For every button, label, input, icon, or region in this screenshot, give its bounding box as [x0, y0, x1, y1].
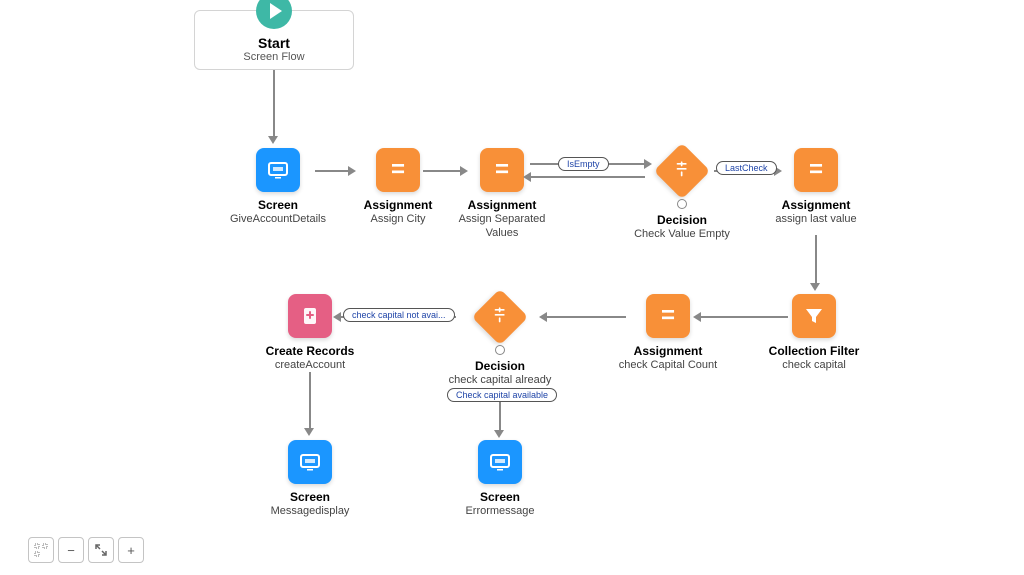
play-icon — [256, 0, 292, 29]
start-title: Start — [201, 35, 347, 51]
connector-capital-available: Check capital available — [447, 388, 557, 402]
zoom-out-button[interactable]: − — [58, 537, 84, 563]
decision-icon — [472, 289, 529, 346]
create-records-icon — [288, 294, 332, 338]
node-type: Decision — [440, 359, 560, 373]
node-screen-giveaccountdetails[interactable]: Screen GiveAccountDetails — [228, 148, 328, 226]
node-label: assign last value — [756, 212, 876, 226]
node-type: Create Records — [250, 344, 370, 358]
fit-screen-button[interactable] — [88, 537, 114, 563]
node-label: Assign Separated Values — [442, 212, 562, 241]
select-tool-button[interactable] — [28, 537, 54, 563]
assignment-icon: = — [376, 148, 420, 192]
node-type: Collection Filter — [754, 344, 874, 358]
start-subtitle: Screen Flow — [201, 51, 347, 63]
decision-icon — [654, 143, 711, 200]
canvas-toolbar: − + — [28, 537, 144, 563]
node-decision-checkvalueempty[interactable]: Decision Check Value Empty — [622, 143, 742, 241]
node-label: createAccount — [250, 358, 370, 372]
assignment-icon: = — [480, 148, 524, 192]
node-createrecords-createaccount[interactable]: Create Records createAccount — [250, 294, 370, 372]
node-type: Decision — [622, 213, 742, 227]
node-type: Screen — [228, 198, 328, 212]
node-type: Assignment — [348, 198, 448, 212]
node-screen-messagedisplay[interactable]: Screen Messagedisplay — [250, 440, 370, 518]
node-assignment-assigncity[interactable]: = Assignment Assign City — [348, 148, 448, 226]
screen-icon — [256, 148, 300, 192]
funnel-icon — [792, 294, 836, 338]
node-label: check capital — [754, 358, 874, 372]
assignment-icon: = — [794, 148, 838, 192]
node-type: Assignment — [756, 198, 876, 212]
screen-icon — [478, 440, 522, 484]
node-assignment-capitalcount[interactable]: = Assignment check Capital Count — [608, 294, 728, 372]
node-label: Messagedisplay — [250, 504, 370, 518]
node-type: Screen — [440, 490, 560, 504]
assignment-icon: = — [646, 294, 690, 338]
node-type: Assignment — [608, 344, 728, 358]
start-node[interactable]: Start Screen Flow — [194, 10, 354, 70]
zoom-in-button[interactable]: + — [118, 537, 144, 563]
node-label: Assign City — [348, 212, 448, 226]
connector-capital-notavail: check capital not avai... — [343, 308, 455, 322]
flow-canvas[interactable]: Start Screen Flow Screen GiveAccountDeta… — [0, 0, 1024, 575]
node-filter-checkcapital[interactable]: Collection Filter check capital — [754, 294, 874, 372]
node-type: Assignment — [442, 198, 562, 212]
node-assignment-separatedvalues[interactable]: = Assignment Assign Separated Values — [442, 148, 562, 241]
node-assignment-lastvalue[interactable]: = Assignment assign last value — [756, 148, 876, 226]
node-decision-capitalselected[interactable]: Decision check capital already selected — [440, 289, 560, 402]
node-label: check Capital Count — [608, 358, 728, 372]
connector-lastcheck: LastCheck — [716, 161, 777, 175]
connector-isempty: IsEmpty — [558, 157, 609, 171]
node-label: GiveAccountDetails — [228, 212, 328, 226]
node-label: Check Value Empty — [622, 227, 742, 241]
node-label: Errormessage — [440, 504, 560, 518]
screen-icon — [288, 440, 332, 484]
node-type: Screen — [250, 490, 370, 504]
node-screen-errormessage[interactable]: Screen Errormessage — [440, 440, 560, 518]
